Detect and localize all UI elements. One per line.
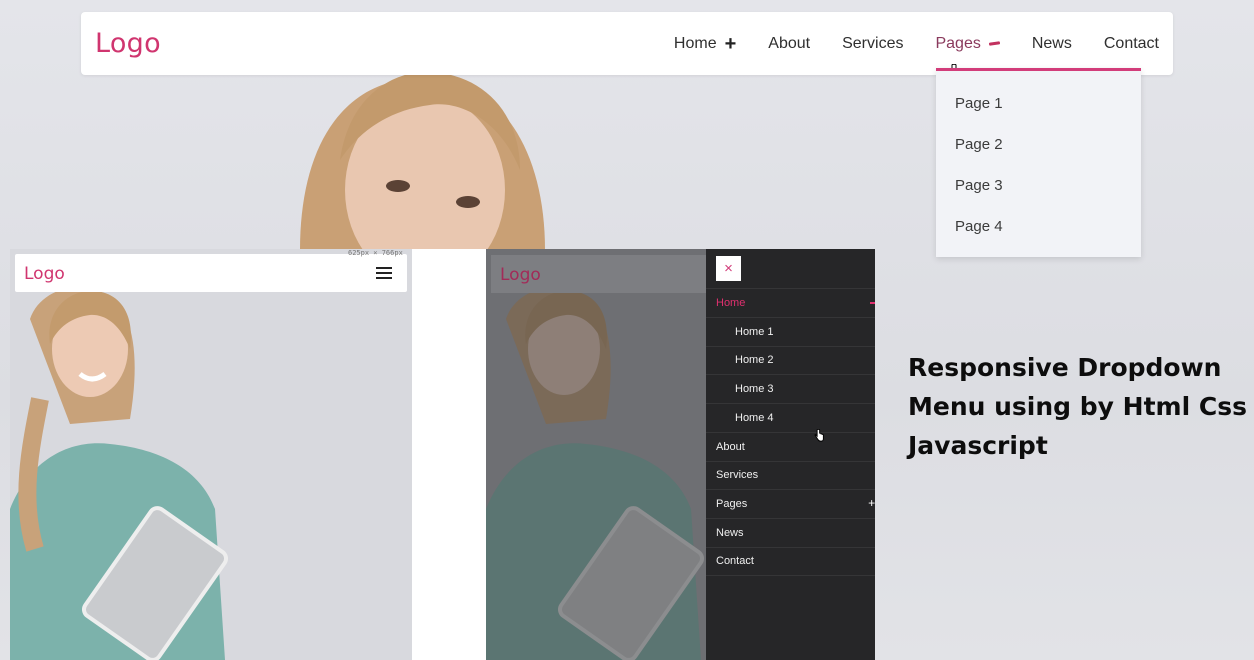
caption-line-1: Responsive Dropdown bbox=[908, 353, 1222, 382]
drawer-item-home-4[interactable]: Home 4 bbox=[706, 404, 875, 433]
side-drawer-menu: × Home Home 1 Home 2 Home 3 Home 4 About… bbox=[706, 249, 875, 660]
nav-about-label: About bbox=[768, 34, 811, 52]
nav-contact[interactable]: Contact bbox=[1104, 35, 1159, 53]
nav-news-label: News bbox=[1031, 34, 1072, 52]
mobile-preview-closed: Logo bbox=[10, 249, 412, 660]
desktop-nav: Home + About Services Pages News Contact bbox=[642, 12, 1159, 75]
drawer-item-home-3[interactable]: Home 3 bbox=[706, 375, 875, 404]
caption-text: Responsive Dropdown Menu using by Html C… bbox=[908, 348, 1248, 465]
divider-gap bbox=[412, 249, 486, 660]
mobile-preview-open: Logo bbox=[486, 249, 706, 660]
mobile-navbar: Logo bbox=[15, 254, 407, 292]
nav-home-label: Home bbox=[673, 34, 717, 52]
pages-dropdown: Page 1 Page 2 Page 3 Page 4 bbox=[936, 68, 1141, 257]
drawer-item-about[interactable]: About bbox=[706, 433, 875, 462]
viewport-size-label: 625px × 766px bbox=[348, 249, 403, 257]
drawer-item-label: Home 1 bbox=[735, 326, 774, 338]
drawer-item-home-1[interactable]: Home 1 bbox=[706, 318, 875, 347]
drawer-item-label: About bbox=[716, 441, 745, 453]
drawer-item-home-label: Home bbox=[716, 297, 746, 309]
drawer-item-home[interactable]: Home bbox=[706, 289, 875, 318]
mobile-navbar-dimmed: Logo bbox=[491, 255, 706, 293]
hand-cursor-icon bbox=[814, 429, 824, 442]
drawer-item-label: Contact bbox=[716, 555, 754, 567]
dropdown-item-page-1[interactable]: Page 1 bbox=[955, 95, 1003, 112]
caption-line-3: Javascript bbox=[908, 431, 1048, 460]
drawer-item-news[interactable]: News bbox=[706, 519, 875, 548]
drawer-item-label: Pages bbox=[716, 498, 748, 510]
woman-with-tablet-image bbox=[10, 249, 412, 660]
drawer-item-services[interactable]: Services bbox=[706, 461, 875, 490]
drawer-item-label: News bbox=[716, 527, 744, 539]
mobile-logo-dimmed[interactable]: Logo bbox=[500, 265, 541, 285]
woman-with-tablet-dimmed-image bbox=[486, 249, 706, 660]
nav-about[interactable]: About bbox=[768, 35, 810, 53]
minus-icon bbox=[988, 41, 1000, 46]
nav-services[interactable]: Services bbox=[842, 35, 903, 53]
close-icon[interactable]: × bbox=[716, 256, 741, 281]
nav-pages-label: Pages bbox=[935, 34, 981, 52]
minus-icon bbox=[870, 302, 875, 304]
plus-icon: + bbox=[867, 496, 875, 510]
dropdown-item-page-4[interactable]: Page 4 bbox=[955, 218, 1003, 235]
nav-pages[interactable]: Pages bbox=[935, 34, 1000, 53]
drawer-item-label: Home 3 bbox=[735, 383, 774, 395]
drawer-item-label: Services bbox=[716, 469, 759, 481]
logo[interactable]: Logo bbox=[95, 28, 161, 59]
dropdown-item-page-3[interactable]: Page 3 bbox=[955, 177, 1003, 194]
hamburger-icon[interactable] bbox=[376, 267, 392, 279]
plus-icon: + bbox=[724, 32, 737, 55]
desktop-navbar: Logo Home + About Services Pages News Co… bbox=[81, 12, 1173, 84]
caption-line-2: Menu using by Html Css bbox=[908, 392, 1247, 421]
drawer-item-label: Home 2 bbox=[735, 354, 774, 366]
nav-home[interactable]: Home + bbox=[674, 34, 736, 54]
drawer-item-pages[interactable]: Pages + bbox=[706, 490, 875, 519]
nav-news[interactable]: News bbox=[1032, 35, 1072, 53]
drawer-item-contact[interactable]: Contact bbox=[706, 547, 875, 576]
mobile-logo[interactable]: Logo bbox=[24, 264, 65, 284]
dropdown-item-page-2[interactable]: Page 2 bbox=[955, 136, 1003, 153]
nav-services-label: Services bbox=[842, 34, 904, 52]
drawer-item-home-2[interactable]: Home 2 bbox=[706, 346, 875, 375]
drawer-item-label: Home 4 bbox=[735, 412, 774, 424]
nav-contact-label: Contact bbox=[1103, 34, 1159, 52]
